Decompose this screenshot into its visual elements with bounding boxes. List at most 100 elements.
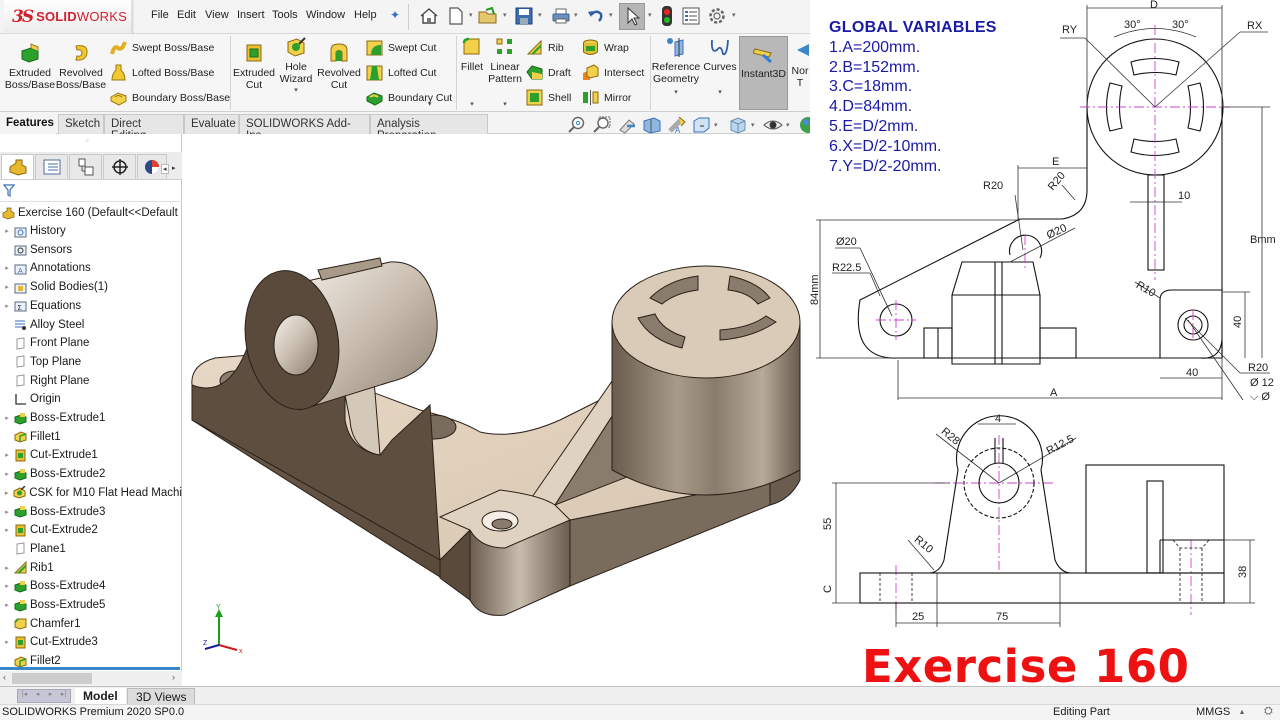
appearance-icon[interactable] <box>798 116 810 134</box>
new-document-icon[interactable] <box>445 5 467 27</box>
zoom-to-area-icon[interactable] <box>592 116 612 134</box>
tab-features[interactable]: Features <box>0 114 56 134</box>
tab-scroll-right-icon[interactable]: ▸ <box>172 164 176 172</box>
fillet-dropdown-icon[interactable]: ▾ <box>470 99 474 111</box>
scroll-thumb[interactable] <box>12 673 92 684</box>
menu-window[interactable]: Window <box>306 9 345 21</box>
expand-arrow-icon[interactable]: ▸ <box>0 526 14 534</box>
instant3d-button[interactable]: Instant3D <box>739 36 788 110</box>
menu-help[interactable]: Help <box>354 9 377 21</box>
tree-item[interactable]: Chamfer1 <box>0 615 182 633</box>
print-dropdown-icon[interactable]: ▾ <box>574 11 578 19</box>
curves-button[interactable]: Curves ▾ <box>702 36 738 99</box>
pattern-dropdown-icon[interactable]: ▾ <box>503 99 507 111</box>
tree-item[interactable]: ▸ Boss-Extrude3 <box>0 503 182 521</box>
tree-item[interactable]: ▸ Cut-Extrude2 <box>0 521 182 539</box>
reference-geometry-dropdown-icon[interactable]: ▾ <box>674 87 678 99</box>
panel-splitter-handle[interactable]: ◦ <box>86 136 89 145</box>
tree-item[interactable]: Plane1 <box>0 540 182 558</box>
tree-item[interactable]: ▸ Rib1 <box>0 559 182 577</box>
tree-item[interactable]: ▸ Σ Equations <box>0 297 182 315</box>
file-properties-icon[interactable] <box>680 5 702 27</box>
zoom-to-fit-icon[interactable] <box>567 116 587 134</box>
undo-dropdown-icon[interactable]: ▾ <box>609 11 613 19</box>
solidworks-logo[interactable]: 3S SOLIDWORKS <box>4 0 132 34</box>
boundary-cut-button[interactable]: Boundary Cut <box>366 89 452 106</box>
tab-solidworks-addins[interactable]: SOLIDWORKS Add-Ins <box>239 114 370 142</box>
tree-item[interactable]: Top Plane <box>0 353 182 371</box>
rib-button[interactable]: Rib <box>526 39 564 56</box>
expand-arrow-icon[interactable]: ▸ <box>0 470 14 478</box>
graphics-area[interactable]: Y x Z <box>183 134 810 686</box>
expand-arrow-icon[interactable]: ▸ <box>0 638 14 646</box>
notification-icon[interactable]: ⛭ <box>1264 705 1273 718</box>
previous-view-icon[interactable] <box>617 116 637 134</box>
swept-cut-button[interactable]: Swept Cut <box>366 39 436 56</box>
tree-item[interactable]: Front Plane <box>0 334 182 352</box>
select-button[interactable] <box>619 3 645 30</box>
mirror-button[interactable]: Mirror <box>582 89 631 106</box>
expand-arrow-icon[interactable]: ▸ <box>0 302 14 310</box>
hide-show-items-icon[interactable] <box>763 116 783 134</box>
menu-edit[interactable]: Edit <box>177 9 196 21</box>
tree-item[interactable]: ▸ Cut-Extrude3 <box>0 633 182 651</box>
cut-dropdown-icon[interactable]: ▾ <box>428 100 432 108</box>
view-orientation-dropdown-icon[interactable]: ▾ <box>714 121 718 129</box>
display-style-dropdown-icon[interactable]: ▾ <box>751 121 755 129</box>
fillet-button[interactable]: Fillet ▾ <box>458 36 486 111</box>
tree-item[interactable]: Right Plane <box>0 372 182 390</box>
hide-show-dropdown-icon[interactable]: ▾ <box>786 121 790 129</box>
expand-arrow-icon[interactable]: ▸ <box>0 601 14 609</box>
tree-item[interactable]: Fillet1 <box>0 428 182 446</box>
dynamic-annotation-views-icon[interactable]: A <box>667 116 687 134</box>
intersect-button[interactable]: Intersect <box>582 64 644 81</box>
tree-item[interactable]: Alloy Steel <box>0 316 182 334</box>
normal-to-button[interactable]: Nor T <box>790 40 810 89</box>
view-orientation-icon[interactable] <box>692 116 712 134</box>
expand-arrow-icon[interactable]: ▸ <box>0 414 14 422</box>
swept-boss-button[interactable]: Swept Boss/Base <box>110 39 214 56</box>
tab-evaluate[interactable]: Evaluate <box>184 114 239 134</box>
expand-arrow-icon[interactable]: ▸ <box>0 489 13 497</box>
tab-property-manager[interactable] <box>35 154 68 179</box>
tab-scroll-left-icon[interactable]: ◂ <box>161 164 169 174</box>
3d-part-model[interactable] <box>183 134 810 686</box>
scroll-left-icon[interactable]: ‹ <box>3 672 6 682</box>
lofted-cut-button[interactable]: Lofted Cut <box>366 64 436 81</box>
tree-item[interactable]: ▸ History <box>0 222 182 240</box>
scroll-right-icon[interactable]: › <box>172 672 175 682</box>
tree-item[interactable]: ▸ Boss-Extrude4 <box>0 577 182 595</box>
tree-horizontal-scrollbar[interactable]: ‹ › <box>0 671 182 686</box>
expand-arrow-icon[interactable]: ▸ <box>0 564 14 572</box>
tab-direct-editing[interactable]: Direct Editing <box>104 114 184 142</box>
tab-sketch[interactable]: Sketch <box>58 114 104 134</box>
menu-file[interactable]: File <box>151 9 169 21</box>
section-view-icon[interactable] <box>642 116 662 134</box>
tree-item[interactable]: ▸ A Annotations <box>0 259 182 277</box>
expand-arrow-icon[interactable]: ▸ <box>0 227 14 235</box>
tab-analysis-preparation[interactable]: Analysis Preparation <box>370 114 488 142</box>
expand-arrow-icon[interactable]: ▸ <box>0 264 14 272</box>
prev-tab-icon[interactable]: ◂ <box>31 690 44 702</box>
tree-item[interactable]: ▸ Solid Bodies(1) <box>0 278 182 296</box>
tree-item[interactable]: ▸ Boss-Extrude2 <box>0 465 182 483</box>
tab-feature-manager[interactable] <box>1 154 34 179</box>
extruded-cut-button[interactable]: Extruded Cut <box>232 42 276 91</box>
shell-button[interactable]: Shell <box>526 89 571 106</box>
new-dropdown-icon[interactable]: ▾ <box>469 11 473 19</box>
boundary-boss-button[interactable]: Boundary Boss/Base <box>110 89 230 106</box>
save-icon[interactable] <box>513 5 535 27</box>
expand-arrow-icon[interactable]: ▸ <box>0 283 14 291</box>
tree-item[interactable]: ▸ Boss-Extrude1 <box>0 409 182 427</box>
options-dropdown-icon[interactable]: ▾ <box>732 11 736 19</box>
tab-3d-views[interactable]: 3D Views <box>127 688 196 705</box>
curves-dropdown-icon[interactable]: ▾ <box>718 87 722 99</box>
wrap-button[interactable]: Wrap <box>582 39 629 56</box>
display-style-icon[interactable] <box>728 116 748 134</box>
menu-insert[interactable]: Insert <box>237 9 265 21</box>
tab-configuration-manager[interactable] <box>69 154 102 179</box>
menu-tools[interactable]: Tools <box>272 9 298 21</box>
last-tab-icon[interactable]: ▸| <box>57 690 70 702</box>
expand-arrow-icon[interactable]: ▸ <box>0 451 14 459</box>
options-gear-icon[interactable] <box>706 5 728 27</box>
